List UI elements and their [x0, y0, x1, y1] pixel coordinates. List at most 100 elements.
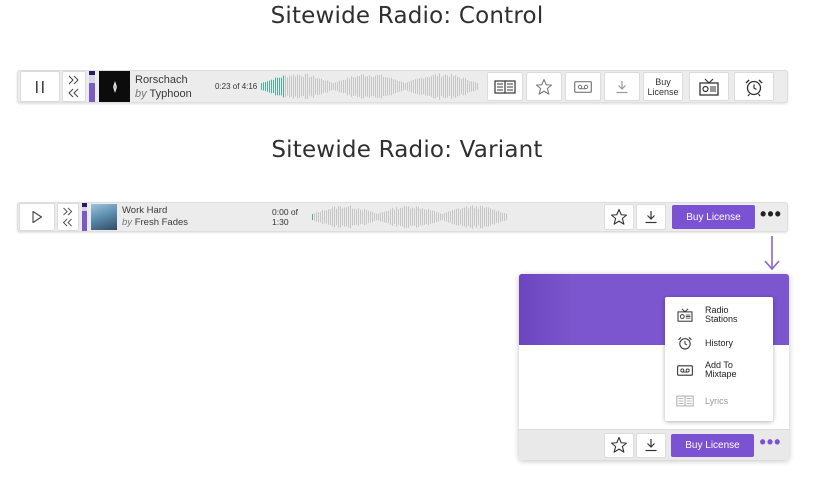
waveform-scrubber[interactable] — [312, 203, 508, 231]
download-button[interactable] — [604, 72, 640, 101]
pause-button[interactable] — [20, 71, 60, 102]
waveform-bar — [361, 74, 362, 99]
alarm-clock-icon — [744, 77, 764, 97]
waveform-bar — [383, 77, 384, 96]
waveform-scrubber[interactable] — [261, 71, 479, 102]
waveform-bar — [397, 80, 398, 93]
menu-item-lyrics[interactable]: Lyrics — [665, 395, 773, 407]
waveform-bar — [340, 206, 341, 228]
waveform-bar — [315, 78, 316, 95]
track-title[interactable]: Rorschach — [135, 73, 205, 87]
skip-forward-icon[interactable] — [62, 207, 74, 216]
artist-prefix: by — [135, 87, 147, 100]
radio-stations-button[interactable] — [689, 72, 729, 101]
waveform-bar — [384, 211, 385, 223]
waveform-bar — [365, 76, 366, 97]
waveform-bar — [496, 211, 497, 223]
play-button[interactable] — [19, 203, 55, 231]
radio-icon — [665, 308, 705, 322]
waveform-bar — [484, 207, 485, 227]
waveform-bar — [419, 78, 420, 95]
waveform-bar — [441, 77, 442, 96]
control-section-title: Sitewide Radio: Control — [270, 3, 544, 29]
waveform-bar — [348, 206, 349, 228]
waveform-bar — [504, 213, 505, 221]
waveform-bar — [297, 74, 298, 99]
waveform-bar — [416, 206, 417, 228]
waveform-bar — [279, 77, 280, 96]
waveform-bar — [269, 80, 270, 93]
waveform-bar — [295, 76, 296, 97]
volume-slider[interactable] — [89, 71, 95, 102]
waveform-bar — [404, 205, 405, 229]
waveform-bar — [429, 77, 430, 96]
waveform-bar — [464, 207, 465, 227]
waveform-bar — [407, 82, 408, 91]
skip-back-icon[interactable] — [62, 218, 74, 227]
waveform-bar — [405, 83, 406, 90]
waveform-bar — [403, 82, 404, 91]
volume-slider[interactable] — [82, 203, 87, 231]
waveform-bar — [277, 77, 278, 96]
skip-forward-icon[interactable] — [68, 75, 80, 85]
waveform-bar — [328, 209, 329, 225]
download-button[interactable] — [636, 204, 666, 230]
waveform-bar — [452, 209, 453, 225]
buy-license-button[interactable]: Buy License — [672, 205, 755, 229]
waveform-bar — [465, 78, 466, 95]
waveform-bar — [346, 207, 347, 227]
waveform-bar — [394, 209, 395, 225]
waveform-bar — [311, 76, 312, 97]
track-title[interactable]: Work Hard — [122, 205, 272, 217]
skip-back-icon[interactable] — [68, 88, 80, 98]
more-icon: ••• — [759, 431, 782, 452]
waveform-bar — [333, 83, 334, 90]
panel-footer-bar: Buy License ••• — [519, 429, 789, 460]
menu-item-radio-stations[interactable]: Radio Stations — [665, 306, 773, 324]
add-to-mixtape-button[interactable] — [565, 72, 601, 101]
waveform-bar — [442, 213, 443, 221]
waveform-bar — [457, 76, 458, 97]
more-options-button[interactable]: ••• — [755, 203, 787, 231]
waveform-bar — [314, 213, 315, 221]
waveform-bar — [309, 77, 310, 96]
waveform-bar — [318, 211, 319, 223]
waveform-bar — [363, 74, 364, 99]
waveform-bar — [281, 77, 282, 96]
waveform-bar — [444, 213, 445, 221]
waveform-bar — [316, 212, 317, 222]
artist-prefix: by — [122, 217, 133, 228]
history-button[interactable] — [734, 72, 774, 101]
waveform-bar — [359, 76, 360, 97]
alarm-clock-icon — [665, 335, 705, 351]
favorite-button[interactable] — [604, 204, 634, 230]
lyrics-button[interactable] — [487, 72, 523, 101]
buy-license-button[interactable]: Buy License — [671, 433, 754, 457]
waveform-bar — [415, 79, 416, 94]
waveform-bar — [336, 208, 337, 226]
waveform-bar — [312, 214, 313, 220]
favorite-button[interactable] — [526, 72, 562, 101]
album-art — [91, 204, 117, 230]
waveform-bar — [352, 208, 353, 226]
waveform-bar — [330, 209, 331, 225]
waveform-bar — [285, 75, 286, 98]
buy-license-button[interactable]: Buy License — [643, 72, 683, 101]
track-artist[interactable]: by Typhoon — [135, 87, 205, 101]
track-artist[interactable]: by Fresh Fades — [122, 217, 272, 229]
download-button[interactable] — [636, 432, 666, 458]
favorite-button[interactable] — [604, 432, 634, 458]
menu-item-history[interactable]: History — [665, 335, 773, 351]
waveform-bar — [301, 76, 302, 97]
buy-label-line2: License — [647, 86, 679, 97]
waveform-bar — [474, 208, 475, 226]
waveform-bar — [320, 211, 321, 223]
more-options-button[interactable]: ••• — [754, 430, 787, 460]
menu-item-add-to-mixtape[interactable]: Add To Mixtape — [665, 361, 773, 379]
waveform-bar — [356, 209, 357, 225]
waveform-bar — [385, 77, 386, 96]
waveform-bar — [427, 77, 428, 96]
waveform-bar — [506, 213, 507, 221]
waveform-bar — [337, 81, 338, 92]
menu-item-label: History — [705, 337, 734, 348]
